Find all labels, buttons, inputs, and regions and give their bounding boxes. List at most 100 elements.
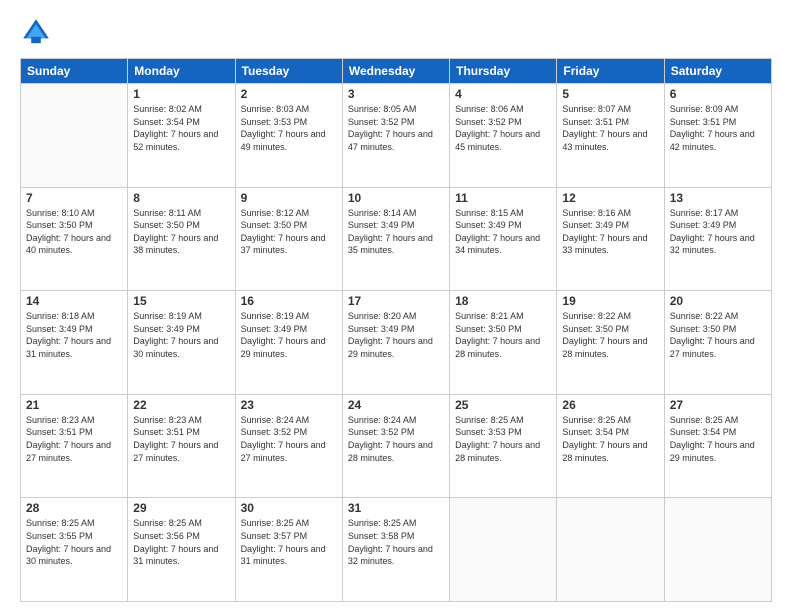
day-number: 16 [241,294,337,308]
calendar-week-row: 1Sunrise: 8:02 AMSunset: 3:54 PMDaylight… [21,84,772,188]
weekday-header: Wednesday [342,59,449,84]
day-info: Sunrise: 8:19 AMSunset: 3:49 PMDaylight:… [241,310,337,360]
calendar-week-row: 28 Sunrise: 8:25 AMSunset: 3:55 PMDayligh… [21,498,772,602]
day-number: 28 [26,501,122,515]
day-info: Sunrise: 8:11 AMSunset: 3:50 PMDaylight:… [133,207,229,257]
weekday-header: Saturday [664,59,771,84]
calendar-cell [664,498,771,602]
day-info: Sunrise: 8:06 AMSunset: 3:52 PMDaylight:… [455,103,551,153]
calendar-cell: 22Sunrise: 8:23 AMSunset: 3:51 PMDayligh… [128,394,235,498]
day-number: 13 [670,191,766,205]
day-info: Sunrise: 8:25 AMSunset: 3:58 PMDaylight:… [348,517,444,567]
calendar-cell: 23 Sunrise: 8:24 AMSunset: 3:52 PMDayligh… [235,394,342,498]
calendar-week-row: 7Sunrise: 8:10 AMSunset: 3:50 PMDaylight… [21,187,772,291]
calendar-cell: 27 Sunrise: 8:25 AMSunset: 3:54 PMDayligh… [664,394,771,498]
calendar-cell: 10Sunrise: 8:14 AMSunset: 3:49 PMDayligh… [342,187,449,291]
calendar-cell: 19 Sunrise: 8:22 AMSunset: 3:50 PMDayligh… [557,291,664,395]
day-number: 19 [562,294,658,308]
calendar-cell: 1Sunrise: 8:02 AMSunset: 3:54 PMDaylight… [128,84,235,188]
day-number: 23 [241,398,337,412]
day-info: Sunrise: 8:25 AMSunset: 3:57 PMDaylight:… [241,517,337,567]
day-number: 8 [133,191,229,205]
calendar-header: SundayMondayTuesdayWednesdayThursdayFrid… [21,59,772,84]
calendar-body: 1Sunrise: 8:02 AMSunset: 3:54 PMDaylight… [21,84,772,602]
calendar-cell: 7Sunrise: 8:10 AMSunset: 3:50 PMDaylight… [21,187,128,291]
day-number: 2 [241,87,337,101]
calendar-cell: 6 Sunrise: 8:09 AMSunset: 3:51 PMDaylight… [664,84,771,188]
calendar-week-row: 14 Sunrise: 8:18 AMSunset: 3:49 PMDayligh… [21,291,772,395]
day-info: Sunrise: 8:25 AMSunset: 3:54 PMDaylight:… [562,414,658,464]
day-number: 21 [26,398,122,412]
calendar-cell: 3 Sunrise: 8:05 AMSunset: 3:52 PMDaylight… [342,84,449,188]
calendar-cell: 2 Sunrise: 8:03 AMSunset: 3:53 PMDaylight… [235,84,342,188]
logo-icon [20,16,52,48]
calendar-cell: 18Sunrise: 8:21 AMSunset: 3:50 PMDayligh… [450,291,557,395]
day-info: Sunrise: 8:23 AMSunset: 3:51 PMDaylight:… [133,414,229,464]
calendar-cell: 9 Sunrise: 8:12 AMSunset: 3:50 PMDaylight… [235,187,342,291]
calendar-cell: 20 Sunrise: 8:22 AMSunset: 3:50 PMDayligh… [664,291,771,395]
calendar-cell: 14 Sunrise: 8:18 AMSunset: 3:49 PMDayligh… [21,291,128,395]
day-number: 7 [26,191,122,205]
calendar-cell: 21 Sunrise: 8:23 AMSunset: 3:51 PMDayligh… [21,394,128,498]
day-number: 10 [348,191,444,205]
day-info: Sunrise: 8:21 AMSunset: 3:50 PMDaylight:… [455,310,551,360]
day-info: Sunrise: 8:18 AMSunset: 3:49 PMDaylight:… [26,310,122,360]
calendar-cell: 26 Sunrise: 8:25 AMSunset: 3:54 PMDayligh… [557,394,664,498]
day-number: 24 [348,398,444,412]
day-info: Sunrise: 8:25 AMSunset: 3:54 PMDaylight:… [670,414,766,464]
calendar-cell: 17Sunrise: 8:20 AMSunset: 3:49 PMDayligh… [342,291,449,395]
calendar-cell: 4 Sunrise: 8:06 AMSunset: 3:52 PMDaylight… [450,84,557,188]
day-number: 26 [562,398,658,412]
day-info: Sunrise: 8:03 AMSunset: 3:53 PMDaylight:… [241,103,337,153]
weekday-header: Monday [128,59,235,84]
page: SundayMondayTuesdayWednesdayThursdayFrid… [0,0,792,612]
day-info: Sunrise: 8:25 AMSunset: 3:53 PMDaylight:… [455,414,551,464]
calendar-cell: 8 Sunrise: 8:11 AMSunset: 3:50 PMDaylight… [128,187,235,291]
day-number: 9 [241,191,337,205]
calendar-cell: 28 Sunrise: 8:25 AMSunset: 3:55 PMDayligh… [21,498,128,602]
day-info: Sunrise: 8:24 AMSunset: 3:52 PMDaylight:… [241,414,337,464]
calendar-cell [557,498,664,602]
day-info: Sunrise: 8:23 AMSunset: 3:51 PMDaylight:… [26,414,122,464]
weekday-header: Thursday [450,59,557,84]
weekday-row: SundayMondayTuesdayWednesdayThursdayFrid… [21,59,772,84]
day-number: 20 [670,294,766,308]
calendar-cell: 25Sunrise: 8:25 AMSunset: 3:53 PMDayligh… [450,394,557,498]
calendar-cell: 11Sunrise: 8:15 AMSunset: 3:49 PMDayligh… [450,187,557,291]
calendar-week-row: 21 Sunrise: 8:23 AMSunset: 3:51 PMDayligh… [21,394,772,498]
day-number: 30 [241,501,337,515]
calendar-cell: 16 Sunrise: 8:19 AMSunset: 3:49 PMDayligh… [235,291,342,395]
day-info: Sunrise: 8:22 AMSunset: 3:50 PMDaylight:… [670,310,766,360]
calendar-cell: 31Sunrise: 8:25 AMSunset: 3:58 PMDayligh… [342,498,449,602]
header [20,16,772,48]
weekday-header: Sunday [21,59,128,84]
day-info: Sunrise: 8:24 AMSunset: 3:52 PMDaylight:… [348,414,444,464]
calendar-cell: 30 Sunrise: 8:25 AMSunset: 3:57 PMDayligh… [235,498,342,602]
calendar-cell: 29Sunrise: 8:25 AMSunset: 3:56 PMDayligh… [128,498,235,602]
day-number: 12 [562,191,658,205]
calendar-cell: 12Sunrise: 8:16 AMSunset: 3:49 PMDayligh… [557,187,664,291]
calendar-cell: 15 Sunrise: 8:19 AMSunset: 3:49 PMDayligh… [128,291,235,395]
day-info: Sunrise: 8:12 AMSunset: 3:50 PMDaylight:… [241,207,337,257]
day-number: 17 [348,294,444,308]
day-info: Sunrise: 8:19 AMSunset: 3:49 PMDaylight:… [133,310,229,360]
day-info: Sunrise: 8:22 AMSunset: 3:50 PMDaylight:… [562,310,658,360]
day-number: 4 [455,87,551,101]
calendar: SundayMondayTuesdayWednesdayThursdayFrid… [20,58,772,602]
day-info: Sunrise: 8:25 AMSunset: 3:55 PMDaylight:… [26,517,122,567]
day-number: 3 [348,87,444,101]
day-info: Sunrise: 8:17 AMSunset: 3:49 PMDaylight:… [670,207,766,257]
day-info: Sunrise: 8:05 AMSunset: 3:52 PMDaylight:… [348,103,444,153]
day-number: 14 [26,294,122,308]
calendar-cell: 5Sunrise: 8:07 AMSunset: 3:51 PMDaylight… [557,84,664,188]
day-number: 6 [670,87,766,101]
calendar-cell: 13 Sunrise: 8:17 AMSunset: 3:49 PMDayligh… [664,187,771,291]
day-info: Sunrise: 8:09 AMSunset: 3:51 PMDaylight:… [670,103,766,153]
day-number: 27 [670,398,766,412]
weekday-header: Friday [557,59,664,84]
weekday-header: Tuesday [235,59,342,84]
calendar-cell: 24 Sunrise: 8:24 AMSunset: 3:52 PMDayligh… [342,394,449,498]
day-number: 15 [133,294,229,308]
day-number: 1 [133,87,229,101]
day-info: Sunrise: 8:07 AMSunset: 3:51 PMDaylight:… [562,103,658,153]
